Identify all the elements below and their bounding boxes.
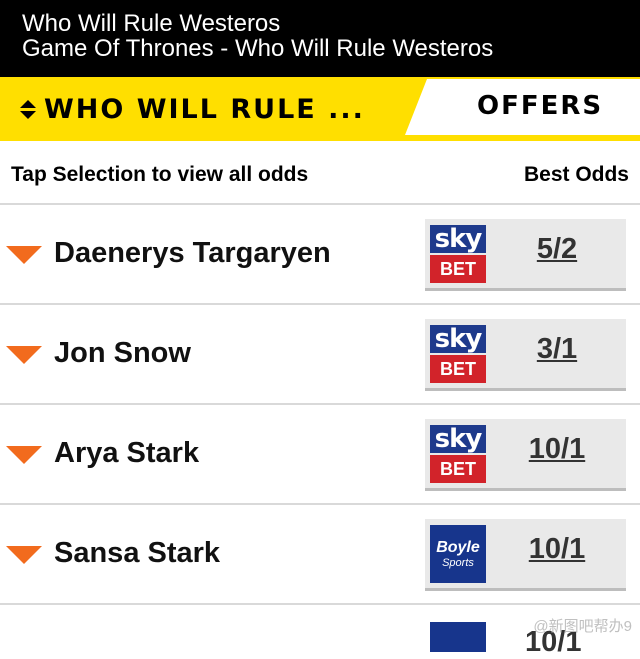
selection-row[interactable]: Daenerys Targaryen sky BET 5/2: [0, 205, 640, 305]
selection-row[interactable]: Jon Snow sky BET 3/1: [0, 305, 640, 405]
offers-tab[interactable]: OFFERS: [405, 79, 640, 135]
odds-link[interactable]: 5/2: [487, 233, 627, 266]
expand-arrow-icon[interactable]: [6, 346, 42, 364]
sort-updown-icon: [20, 99, 36, 119]
best-odds-button[interactable]: sky BET 3/1: [425, 319, 626, 391]
best-odds-button[interactable]: sky BET 10/1: [425, 419, 626, 491]
column-header: Tap Selection to view all odds Best Odds: [0, 141, 640, 205]
selection-row[interactable]: Arya Stark sky BET 10/1: [0, 405, 640, 505]
page-subtitle: Game Of Thrones - Who Will Rule Westeros: [22, 35, 494, 62]
bookmaker-logo-icon: [430, 622, 486, 652]
boylesports-logo-icon: Boyle Sports: [430, 525, 486, 583]
selection-name[interactable]: Arya Stark: [54, 437, 199, 470]
title-bar: Who Will Rule Westeros Game Of Thrones -…: [0, 0, 640, 77]
selection-name[interactable]: Jon Snow: [54, 337, 191, 370]
best-odds-button[interactable]: Boyle Sports 10/1: [425, 519, 626, 591]
best-odds-header: Best Odds: [523, 163, 629, 186]
watermark: @新图吧帮办9: [533, 618, 632, 635]
selection-row[interactable]: Sansa Stark Boyle Sports 10/1: [0, 505, 640, 605]
skybet-logo-icon: sky BET: [430, 225, 486, 283]
odds-link[interactable]: 3/1: [487, 333, 627, 366]
selection-name[interactable]: Sansa Stark: [54, 537, 220, 570]
market-selector-label: WHO WILL RULE ...: [44, 93, 365, 125]
expand-arrow-icon[interactable]: [6, 246, 42, 264]
skybet-logo-icon: sky BET: [430, 425, 486, 483]
best-odds-button[interactable]: sky BET 5/2: [425, 219, 626, 291]
selection-name[interactable]: Daenerys Targaryen: [54, 237, 331, 270]
market-selector-tab[interactable]: WHO WILL RULE ...: [0, 77, 365, 141]
expand-arrow-icon[interactable]: [6, 546, 42, 564]
tap-selection-hint: Tap Selection to view all odds: [11, 163, 309, 186]
odds-link[interactable]: 10/1: [487, 533, 627, 566]
expand-arrow-icon[interactable]: [6, 446, 42, 464]
offers-tab-label: OFFERS: [477, 91, 604, 121]
tab-bar: WHO WILL RULE ... OFFERS: [0, 77, 640, 141]
odds-link[interactable]: 10/1: [487, 433, 627, 466]
skybet-logo-icon: sky BET: [430, 325, 486, 383]
page-title: Who Will Rule Westeros: [22, 10, 281, 37]
